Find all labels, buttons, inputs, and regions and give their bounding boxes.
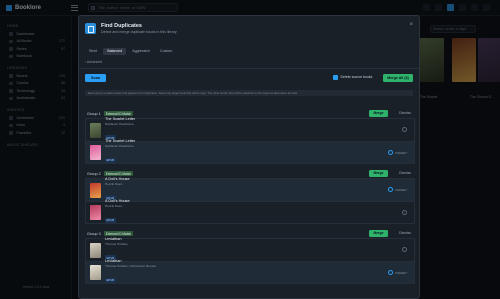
- checkbox-checked-icon: [333, 75, 338, 80]
- group-dismiss-button[interactable]: Dismiss: [399, 110, 411, 117]
- delete-source-label: Delete source books: [340, 75, 373, 80]
- group-dismiss-button[interactable]: Dismiss: [399, 170, 411, 177]
- duplicate-group: Group 1 External ID Match Merge Dismiss …: [85, 109, 415, 164]
- close-icon[interactable]: ×: [409, 22, 413, 28]
- group-dismiss-button[interactable]: Dismiss: [399, 230, 411, 237]
- dialog-subtitle: Detect and merge duplicate books in this…: [101, 30, 177, 34]
- book-row[interactable]: The Scarlet Letter Nathaniel Hawthorne E…: [86, 116, 414, 141]
- radio-selected-icon: [388, 270, 394, 275]
- book-author: Thomas Hobbes, Christopher Brooke: [105, 264, 157, 268]
- preset-tabs: Strict Balanced Aggressive Custom: [79, 47, 419, 55]
- dialog-titles: Find Duplicates Detect and merge duplica…: [101, 23, 177, 34]
- group-merge-button[interactable]: Merge: [369, 230, 388, 237]
- delete-source-books-checkbox[interactable]: Delete source books: [333, 75, 372, 80]
- tab-strict[interactable]: Strict: [85, 48, 101, 55]
- app-root: Booklore Title, author, series, or ISBN …: [0, 0, 500, 299]
- target-radio[interactable]: [402, 247, 407, 252]
- book-row[interactable]: Leviathan Thomas Hobbes EPUB: [86, 236, 414, 261]
- match-badge: External ID Match: [103, 170, 134, 177]
- book-author: Nathaniel Hawthorne: [105, 144, 134, 148]
- book-row[interactable]: A Doll's House Henrik Ibsen EPUB: [86, 199, 414, 226]
- group-books: Leviathan Thomas Hobbes EPUB Leviathan T…: [85, 236, 415, 286]
- book-author: Nathaniel Hawthorne: [105, 121, 134, 126]
- group-books: The Scarlet Letter Nathaniel Hawthorne E…: [85, 116, 415, 166]
- tab-custom[interactable]: Custom: [156, 48, 176, 55]
- advanced-toggle[interactable]: › Advanced: [85, 60, 419, 64]
- tab-aggressive[interactable]: Aggressive: [128, 48, 154, 55]
- duplicate-group: Group 2 External ID Match Merge Dismiss …: [85, 169, 415, 224]
- dialog-title: Find Duplicates: [101, 23, 142, 29]
- book-cover-thumbnail: [90, 242, 101, 258]
- book-cover-thumbnail: [90, 205, 101, 220]
- group-header: Group 3 External ID Match Merge Dismiss: [85, 229, 415, 238]
- target-label: TARGET: [395, 150, 407, 155]
- book-row[interactable]: Leviathan Thomas Hobbes, Christopher Bro…: [86, 259, 414, 286]
- action-row: Scan Delete source books Merge All (3): [79, 69, 419, 87]
- info-banner: Each group contains books that appear to…: [85, 90, 413, 96]
- duplicate-groups: Group 1 External ID Match Merge Dismiss …: [85, 109, 415, 289]
- book-info: A Doll's House Henrik Ibsen EPUB: [105, 199, 130, 226]
- book-info: Leviathan Thomas Hobbes, Christopher Bro…: [105, 259, 156, 286]
- format-badge: EPUB: [105, 157, 116, 163]
- match-badge: External ID Match: [103, 110, 134, 117]
- target-label: TARGET: [395, 270, 407, 275]
- book-info: The Scarlet Letter Nathaniel Hawthorne E…: [105, 139, 135, 166]
- book-cover-thumbnail: [90, 145, 101, 160]
- format-badge: EPUB: [105, 217, 116, 223]
- book-author: Henrik Ibsen: [105, 181, 123, 186]
- book-author: Thomas Hobbes: [105, 241, 128, 246]
- group-merge-button[interactable]: Merge: [369, 110, 388, 117]
- radio-selected-icon: [388, 187, 394, 192]
- target-radio[interactable]: [402, 210, 407, 215]
- group-books: A Doll's House Henrik Ibsen EPUB TARGET …: [85, 176, 415, 226]
- find-duplicates-dialog: Find Duplicates Detect and merge duplica…: [78, 15, 420, 299]
- book-title: Leviathan: [105, 236, 122, 241]
- scan-button[interactable]: Scan: [85, 74, 106, 82]
- book-title: A Doll's House: [105, 176, 130, 181]
- duplicate-group: Group 3 External ID Match Merge Dismiss …: [85, 229, 415, 284]
- book-title: The Scarlet Letter: [105, 139, 136, 143]
- target-radio[interactable]: [402, 127, 407, 132]
- target-label: TARGET: [395, 187, 407, 192]
- book-row[interactable]: The Scarlet Letter Nathaniel Hawthorne E…: [86, 139, 414, 166]
- book-cover-thumbnail: [90, 122, 101, 138]
- group-label: Group 2: [87, 171, 101, 176]
- merge-all-button[interactable]: Merge All (3): [383, 74, 413, 82]
- book-title: A Doll's House: [105, 199, 130, 203]
- group-merge-button[interactable]: Merge: [369, 170, 388, 177]
- match-badge: External ID Match: [103, 230, 134, 237]
- group-label: Group 3: [87, 231, 101, 236]
- radio-selected-icon: [388, 150, 394, 155]
- book-author: Henrik Ibsen: [105, 204, 123, 208]
- duplicate-icon: [85, 23, 96, 34]
- target-radio-selected[interactable]: TARGET: [388, 187, 407, 192]
- book-title: Leviathan: [105, 259, 122, 263]
- book-title: The Scarlet Letter: [105, 116, 136, 121]
- group-header: Group 2 External ID Match Merge Dismiss: [85, 169, 415, 178]
- format-badge: EPUB: [105, 277, 116, 283]
- book-row[interactable]: A Doll's House Henrik Ibsen EPUB TARGET: [86, 176, 414, 201]
- group-label: Group 1: [87, 111, 101, 116]
- target-radio-selected[interactable]: TARGET: [388, 270, 407, 275]
- tab-balanced[interactable]: Balanced: [103, 47, 127, 55]
- book-cover-thumbnail: [90, 182, 101, 198]
- book-cover-thumbnail: [90, 265, 101, 280]
- target-radio-selected[interactable]: TARGET: [388, 150, 407, 155]
- dialog-header: Find Duplicates Detect and merge duplica…: [79, 16, 419, 41]
